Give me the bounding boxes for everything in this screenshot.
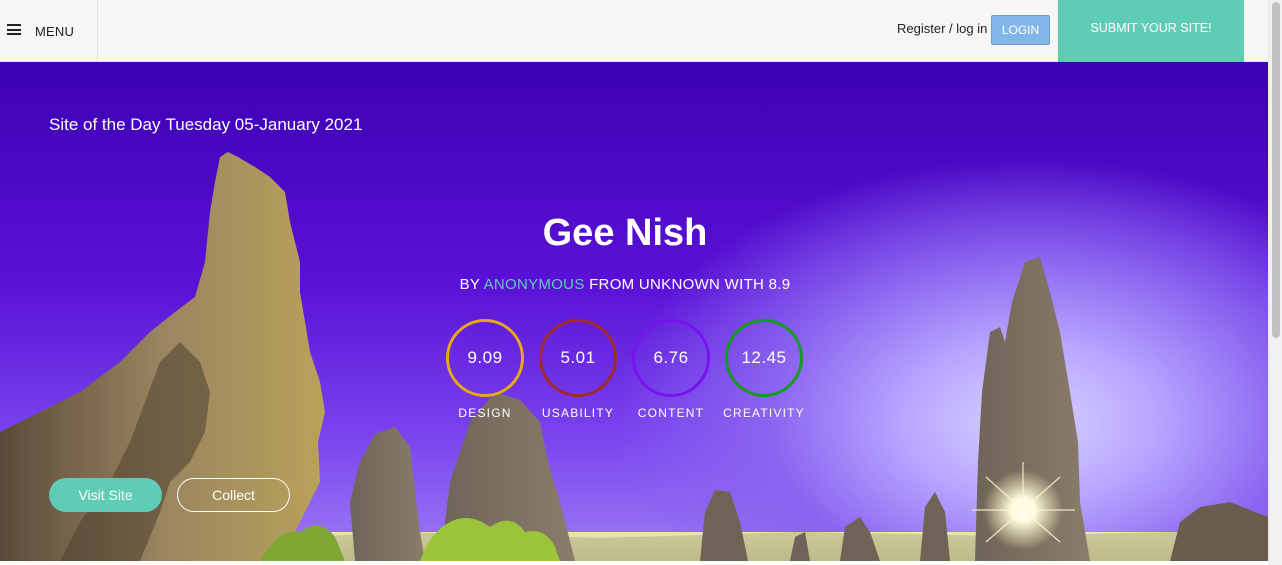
score-label: CREATIVITY	[723, 406, 805, 420]
register-login-link[interactable]: Register / log in	[897, 21, 987, 36]
login-button[interactable]: LOGIN	[991, 15, 1050, 45]
score-label: USABILITY	[541, 406, 615, 420]
scrollbar-thumb[interactable]	[1272, 2, 1280, 338]
score-usability: 5.01 USABILITY	[528, 319, 628, 420]
byline-suffix: FROM UNKNOWN WITH 8.9	[589, 276, 791, 293]
score-label: DESIGN	[458, 406, 512, 420]
award-label: Site of the Day	[49, 115, 161, 134]
score-circle: 9.09	[446, 319, 524, 397]
author-link[interactable]: ANONYMOUS	[484, 276, 585, 293]
score-circle: 12.45	[725, 319, 803, 397]
page-scrollbar[interactable]	[1268, 0, 1282, 565]
score-creativity: 12.45 CREATIVITY	[714, 319, 814, 420]
menu-button[interactable]: MENU	[0, 0, 98, 62]
score-label: CONTENT	[637, 406, 705, 420]
score-circle: 6.76	[632, 319, 710, 397]
hero-section: Site of the Day Tuesday 05-January 2021 G…	[0, 62, 1268, 561]
score-design: 9.09 DESIGN	[435, 319, 535, 420]
score-circle: 5.01	[539, 319, 617, 397]
site-of-the-day-label: Site of the Day Tuesday 05-January 2021	[49, 115, 362, 135]
collect-button[interactable]: Collect	[177, 478, 290, 512]
byline: BY ANONYMOUS FROM UNKNOWN WITH 8.9	[0, 276, 1250, 293]
top-header: MENU Register / log in LOGIN SUBMIT YOUR…	[0, 0, 1268, 62]
byline-prefix: BY	[459, 276, 480, 293]
hamburger-icon	[7, 24, 21, 35]
submit-site-button[interactable]: SUBMIT YOUR SITE!	[1058, 0, 1244, 62]
visit-site-button[interactable]: Visit Site	[49, 478, 162, 512]
score-content: 6.76 CONTENT	[621, 319, 721, 420]
award-date: Tuesday 05-January 2021	[165, 115, 363, 134]
site-title: Gee Nish	[542, 212, 708, 254]
menu-label: MENU	[35, 23, 75, 39]
